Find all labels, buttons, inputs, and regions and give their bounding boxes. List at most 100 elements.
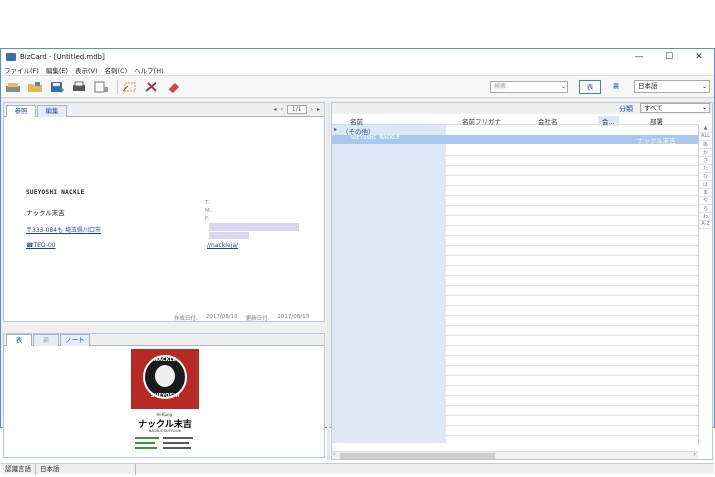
crop-button[interactable] bbox=[121, 79, 139, 95]
folder-icon bbox=[28, 81, 42, 92]
search-input[interactable]: 検索 ⌄ bbox=[490, 81, 568, 93]
maximize-button[interactable]: ☐ bbox=[654, 49, 684, 65]
print-button[interactable] bbox=[70, 79, 88, 95]
chevron-down-icon: ⌄ bbox=[560, 83, 566, 90]
grid-line bbox=[446, 415, 698, 416]
menu-view[interactable]: 表示(V) bbox=[75, 65, 98, 75]
vertical-splitter[interactable] bbox=[327, 102, 330, 460]
index-ma[interactable]: ま bbox=[699, 189, 712, 197]
index-ha[interactable]: は bbox=[699, 181, 712, 189]
app-window: BizCard - [Untitled.mdb] — ☐ ✕ ファイル(F) 編… bbox=[0, 48, 715, 475]
card-detail-line bbox=[163, 442, 189, 444]
language-select[interactable]: 日本語 ⌄ bbox=[634, 80, 710, 93]
index-a[interactable]: あ bbox=[699, 141, 712, 149]
name-column-bg bbox=[332, 125, 446, 443]
category-bar: 分類 すべて ⌄ bbox=[332, 103, 712, 114]
prev-page-icon[interactable]: ‹ bbox=[281, 106, 283, 113]
scan-button[interactable] bbox=[4, 79, 22, 95]
grid-line bbox=[446, 395, 698, 396]
status-lang-label: 認識言語 bbox=[1, 463, 36, 475]
index-sa[interactable]: さ bbox=[699, 157, 712, 165]
search-placeholder: 検索 bbox=[494, 83, 507, 90]
menu-help[interactable]: ヘルプ(H) bbox=[134, 65, 163, 75]
grid-line bbox=[446, 275, 698, 276]
table-row[interactable]: SUEYOSHI NACKLE ナックル末吉 bbox=[332, 135, 698, 145]
open-button[interactable] bbox=[26, 79, 44, 95]
column-furigana[interactable]: 名前フリガナ bbox=[462, 116, 501, 126]
grid-line bbox=[446, 295, 698, 296]
column-department[interactable]: 部署 bbox=[650, 116, 663, 126]
tab-note[interactable]: ノート bbox=[60, 334, 90, 346]
index-na[interactable]: な bbox=[699, 173, 712, 181]
close-button[interactable]: ✕ bbox=[684, 49, 714, 65]
minimize-button[interactable]: — bbox=[624, 49, 654, 65]
menu-edit[interactable]: 編集(E) bbox=[46, 65, 68, 75]
group-row[interactable]: ▸ （その他） bbox=[332, 126, 698, 136]
index-up[interactable]: ▲ bbox=[699, 125, 712, 133]
index-ya[interactable]: や bbox=[699, 197, 712, 205]
save-button[interactable] bbox=[48, 79, 66, 95]
tab-front[interactable]: 表 bbox=[6, 334, 32, 346]
fax-label: F. bbox=[205, 216, 210, 222]
collapse-icon[interactable]: ▸ bbox=[334, 126, 337, 133]
status-bar: 認識言語 日本語 bbox=[1, 463, 714, 475]
tools-icon bbox=[145, 81, 157, 92]
index-all[interactable]: ALL bbox=[699, 133, 712, 141]
scroll-thumb[interactable] bbox=[340, 453, 495, 459]
created-label: 作成日付: bbox=[174, 316, 198, 322]
grid-line bbox=[446, 325, 698, 326]
tools-button[interactable] bbox=[143, 79, 161, 95]
updated-date: 2017/08/13 bbox=[277, 314, 310, 320]
print-preview-icon bbox=[94, 81, 108, 92]
grid-line bbox=[446, 355, 698, 356]
delete-button[interactable] bbox=[165, 79, 183, 95]
horizontal-splitter[interactable] bbox=[3, 324, 325, 330]
tab-reference[interactable]: 参照 bbox=[6, 105, 36, 117]
grid-line bbox=[446, 155, 698, 156]
scroll-right-icon[interactable]: › bbox=[694, 451, 696, 458]
brand-name-en: NACKLE SUEYOSHI bbox=[148, 429, 182, 433]
list-header: 名前 名前フリガナ 会社名 会... 部署 bbox=[332, 115, 698, 126]
grid-line bbox=[446, 405, 698, 406]
horizontal-scrollbar[interactable]: ‹ › bbox=[332, 451, 698, 459]
category-select[interactable]: すべて ⌄ bbox=[640, 103, 710, 113]
index-az[interactable]: A-Z bbox=[699, 221, 712, 229]
card-detail-line bbox=[163, 447, 191, 449]
grid-line bbox=[446, 175, 698, 176]
column-company-short[interactable]: 会... bbox=[598, 116, 619, 126]
first-page-icon[interactable]: ◂ bbox=[274, 106, 277, 113]
scroll-left-icon[interactable]: ‹ bbox=[333, 451, 335, 458]
grid-line bbox=[446, 215, 698, 216]
grid-line bbox=[446, 385, 698, 386]
view-back-button[interactable]: 裏 bbox=[605, 80, 627, 94]
menu-file[interactable]: ファイル(F) bbox=[4, 65, 39, 75]
row-department: ナックル末吉 bbox=[637, 137, 676, 145]
view-front-button[interactable]: 表 bbox=[579, 80, 601, 94]
pager: ◂ ‹ 1/1 › ▸ bbox=[274, 105, 320, 114]
status-lang: 日本語 bbox=[36, 463, 136, 475]
print-preview-button[interactable] bbox=[92, 79, 110, 95]
card-address[interactable]: 〒333-084も 埼玉県川口市 bbox=[26, 225, 101, 234]
tab-back[interactable]: 裏 bbox=[33, 334, 59, 346]
image-tabs: 表 裏 ノート bbox=[4, 334, 324, 346]
grid-line bbox=[446, 225, 698, 226]
tel-label: T. bbox=[205, 200, 210, 206]
last-page-icon[interactable]: ▸ bbox=[317, 106, 320, 113]
grid-line bbox=[446, 285, 698, 286]
index-ta[interactable]: た bbox=[699, 165, 712, 173]
index-ka[interactable]: か bbox=[699, 149, 712, 157]
printer-icon bbox=[73, 81, 85, 91]
grid-line bbox=[446, 435, 698, 436]
next-page-icon[interactable]: › bbox=[311, 106, 313, 113]
tab-edit[interactable]: 編集 bbox=[37, 105, 67, 117]
index-wa[interactable]: わ bbox=[699, 213, 712, 221]
category-label: 分類 bbox=[619, 105, 633, 113]
column-company[interactable]: 会社名 bbox=[538, 116, 558, 126]
card-detail-line bbox=[135, 437, 159, 439]
card-tel[interactable]: ☎TEO-00 bbox=[26, 242, 56, 249]
index-ra[interactable]: ら bbox=[699, 205, 712, 213]
page-indicator: 1/1 bbox=[286, 105, 307, 114]
menu-card[interactable]: 名刺(C) bbox=[105, 65, 128, 75]
card-url[interactable]: //nackleja/ bbox=[207, 242, 238, 249]
mobile-label: M. bbox=[205, 208, 212, 214]
